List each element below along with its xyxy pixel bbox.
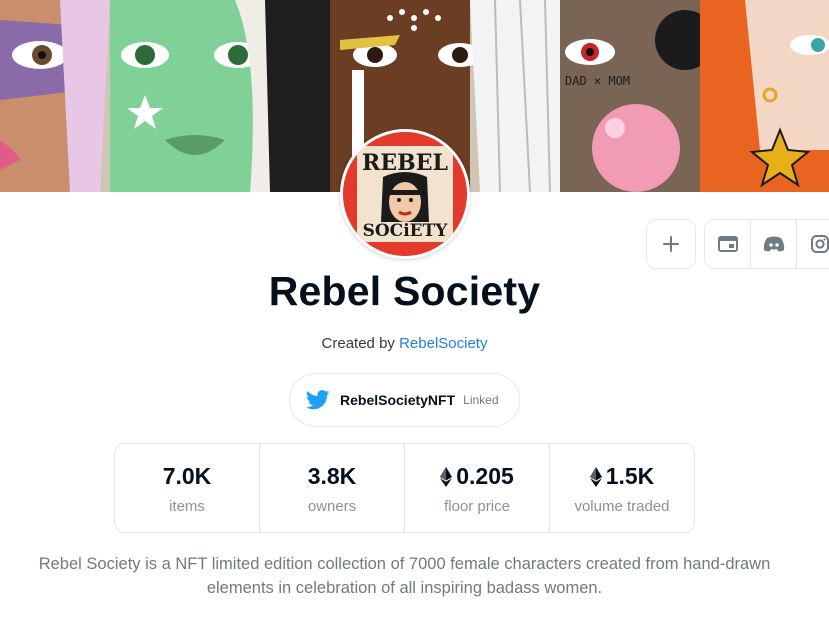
avatar-text-bottom: SOCiETY — [363, 221, 449, 241]
website-button[interactable] — [705, 220, 751, 268]
stat-volume-traded[interactable]: 1.5K volume traded — [550, 444, 694, 532]
stat-value: 7.0K — [162, 463, 212, 489]
stat-value: 0.205 — [456, 463, 514, 489]
stat-value: 3.8K — [307, 463, 357, 489]
social-links — [704, 219, 829, 269]
stat-items[interactable]: 7.0K items — [115, 444, 260, 532]
stat-value-wrap: 1.5K — [589, 462, 655, 492]
stat-value-wrap: 0.205 — [440, 462, 514, 492]
twitter-link[interactable]: RebelSocietyNFT Linked — [289, 373, 520, 427]
collection-page: DAD × MOM REBEL SOCiETY Rebel Society Cr… — [0, 0, 829, 619]
instagram-button[interactable] — [797, 220, 829, 268]
website-icon — [717, 236, 738, 252]
creator-link[interactable]: RebelSociety — [399, 335, 487, 352]
stat-floor-price[interactable]: 0.205 floor price — [405, 444, 550, 532]
stat-label: floor price — [444, 497, 510, 515]
collection-avatar[interactable]: REBEL SOCiETY — [340, 129, 470, 259]
created-by-prefix: Created by — [321, 335, 395, 352]
created-by: Created by RebelSociety — [0, 335, 809, 352]
collection-description: Rebel Society is a NFT limited edition c… — [38, 555, 771, 597]
collection-stats: 7.0K items 3.8K owners 0.205 floor price — [114, 443, 695, 533]
instagram-icon — [810, 235, 829, 253]
discord-button[interactable] — [751, 220, 797, 268]
plus-icon — [663, 236, 679, 252]
stat-value: 1.5K — [605, 463, 655, 489]
twitter-handle: RebelSocietyNFT — [340, 392, 456, 408]
stat-label: volume traded — [574, 497, 670, 515]
avatar-image: REBEL SOCiETY — [343, 132, 467, 256]
stat-label: items — [169, 497, 205, 515]
stat-label: owners — [307, 497, 357, 515]
ethereum-icon — [589, 466, 602, 487]
collection-title: Rebel Society — [268, 268, 541, 314]
ethereum-icon — [440, 466, 453, 487]
twitter-icon — [306, 390, 330, 410]
twitter-linked-status: Linked — [463, 393, 499, 407]
discord-icon — [763, 236, 784, 252]
rebel-society-logo: REBEL SOCiETY — [343, 132, 467, 256]
stat-owners[interactable]: 3.8K owners — [260, 444, 405, 532]
add-button[interactable] — [646, 219, 696, 269]
svg-text:DAD × MOM: DAD × MOM — [565, 74, 630, 88]
